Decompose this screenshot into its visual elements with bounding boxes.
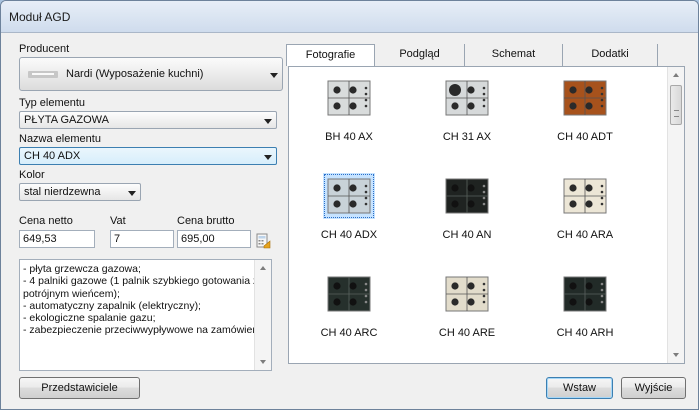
gas-hob-thumbnail [563,178,607,214]
gallery-item[interactable]: CH 40 ARC [289,267,409,355]
color-value: stal nierdzewna [24,186,101,198]
name-label: Nazwa elementu [19,133,101,145]
description-scrollbar[interactable] [254,260,271,370]
description-line: - zabezpieczenie przeciwwypływowe na zam… [23,324,270,337]
description-line: - automatyczny zapalnik (elektryczny); [23,299,201,312]
gas-hob-thumbnail [445,178,489,214]
chevron-down-icon [128,191,136,196]
modul-agd-window: Moduł AGD Producent Nardi (Wyposażenie k… [0,0,699,410]
gas-hob-thumbnail [563,276,607,312]
vat-field[interactable]: 7 [110,230,174,248]
calculator-icon[interactable] [255,233,271,249]
gallery-item-caption: CH 40 ADT [557,131,613,143]
scroll-down-icon[interactable] [673,353,679,357]
gallery-item[interactable]: CH 40 ARH [525,267,645,355]
gallery-item[interactable]: CH 31 AX [407,71,527,159]
gallery-item-caption: CH 40 ARH [556,327,614,339]
gallery-item-caption: CH 40 ARA [556,229,614,241]
gallery-item[interactable]: CH 40 AN [407,169,527,257]
dialog-client: Producent Nardi (Wyposażenie kuchni) Typ… [7,34,692,404]
name-dropdown[interactable]: CH 40 ADX [19,147,277,165]
gallery-item[interactable]: CH 40 ADT [525,71,645,159]
description-line: potrójnym wieńcem); [23,287,120,300]
gross-price-label: Cena brutto [177,215,235,227]
chevron-down-icon [264,155,272,160]
gas-hob-thumbnail [327,276,371,312]
gallery-item-caption: BH 40 AX [325,131,373,143]
gas-hob-thumbnail [324,174,374,218]
description-text: - płyta grzewcza gazowa; - 4 palniki gaz… [23,263,270,337]
net-price-field[interactable]: 649,53 [19,230,95,248]
description-line: - płyta grzewcza gazowa; [23,263,141,275]
producer-value: Nardi (Wyposażenie kuchni) [66,68,204,80]
description-textarea[interactable]: - płyta grzewcza gazowa; - 4 palniki gaz… [19,259,272,371]
scroll-down-icon[interactable] [260,360,266,364]
photo-gallery: BH 40 AX CH 31 AX CH 40 ADT CH 40 ADX CH 40 … [288,66,685,364]
insert-button[interactable]: Wstaw [546,377,613,399]
scrollbar-thumb[interactable] [670,85,682,125]
gallery-item-caption: CH 31 AX [442,131,492,143]
chevron-down-icon [270,73,278,78]
gallery-item[interactable]: CH 40 ARE [407,267,527,355]
gallery-scrollbar[interactable] [667,67,684,363]
description-line: - 4 palniki gazowe (1 palnik szybkiego g… [23,275,259,288]
vat-label: Vat [110,215,126,227]
name-value: CH 40 ADX [24,150,81,162]
gallery-item-caption: CH 40 ARC [320,327,378,339]
gallery-item[interactable]: CH 40 ADX [289,169,409,257]
gallery-item[interactable]: BH 40 AX [289,71,409,159]
gross-price-field[interactable]: 695,00 [177,230,251,248]
title-bar[interactable]: Moduł AGD [1,1,698,33]
tab-schemat[interactable]: Schemat [465,44,563,66]
gallery-item[interactable]: CH 40 ARA [525,169,645,257]
tab-dodatki[interactable]: Dodatki [563,44,658,66]
scroll-up-icon[interactable] [260,266,266,270]
type-label: Typ elementu [19,97,86,109]
tab-fotografie[interactable]: Fotografie [286,44,375,66]
scroll-up-icon[interactable] [673,73,679,77]
gas-hob-thumbnail [563,80,607,116]
gas-hob-thumbnail [445,80,489,116]
gallery-item-caption: CH 40 ARE [438,327,496,339]
representatives-button[interactable]: Przedstawiciele [19,377,140,399]
description-line: - ekologiczne spalanie gazu; [23,312,156,325]
exit-button[interactable]: Wyjście [621,377,686,399]
tab-podglad[interactable]: Podgląd [375,44,465,66]
type-value: PŁYTA GAZOWA [24,114,109,126]
gallery-item-caption: CH 40 ADX [320,229,378,241]
gallery-item-caption: CH 40 AN [442,229,492,241]
gas-hob-thumbnail [445,276,489,312]
producer-label: Producent [19,43,70,55]
window-title: Moduł AGD [9,10,71,24]
gas-hob-thumbnail [327,80,371,116]
color-label: Kolor [19,169,45,181]
color-dropdown[interactable]: stal nierdzewna [19,183,141,201]
producer-logo [28,71,58,78]
chevron-down-icon [264,119,272,124]
net-price-label: Cena netto [19,215,73,227]
producer-dropdown[interactable]: Nardi (Wyposażenie kuchni) [19,57,283,91]
type-dropdown[interactable]: PŁYTA GAZOWA [19,111,277,129]
